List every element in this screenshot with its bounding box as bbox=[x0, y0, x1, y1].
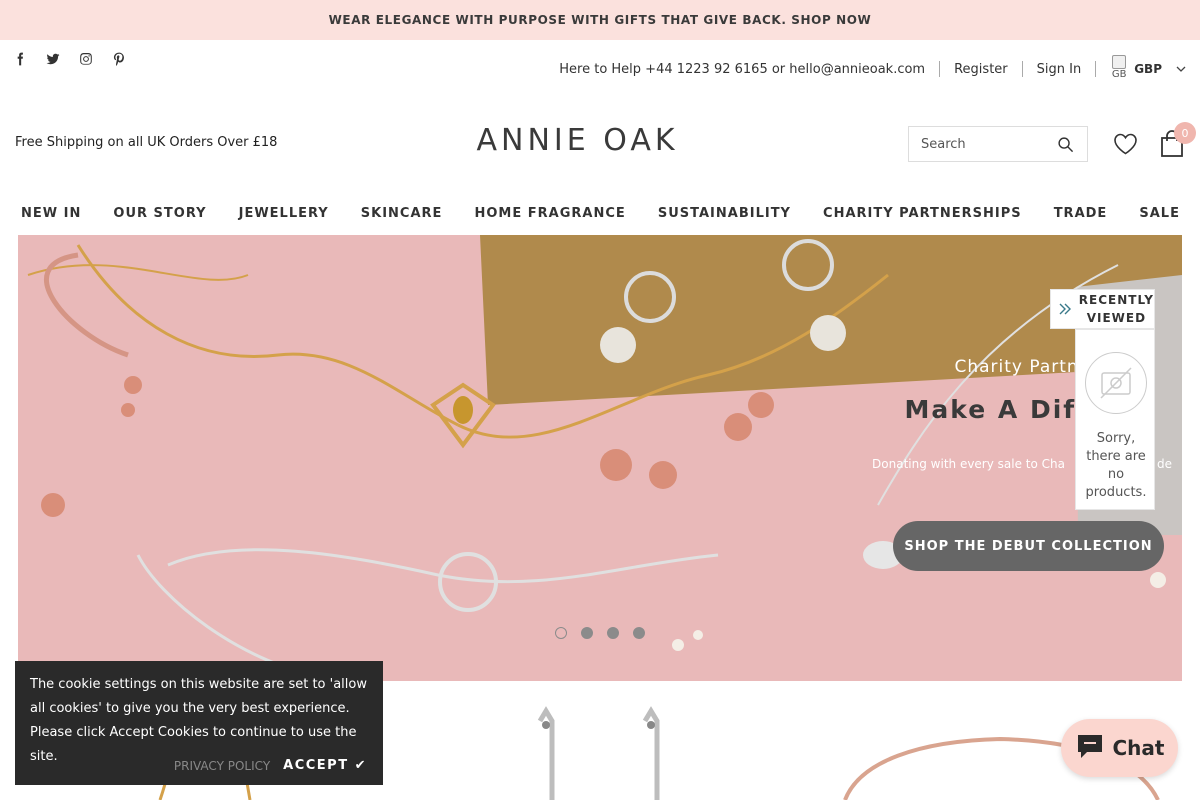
recently-viewed-label: RECENTLY VIEWED bbox=[1078, 293, 1154, 325]
slide-dot-2[interactable] bbox=[581, 627, 593, 639]
signin-link[interactable]: Sign In bbox=[1037, 62, 1082, 77]
register-link[interactable]: Register bbox=[954, 62, 1008, 77]
cookie-banner: The cookie settings on this website are … bbox=[15, 661, 383, 785]
search-icon[interactable] bbox=[1055, 134, 1075, 154]
nav-item-jewellery[interactable]: JEWELLERY bbox=[239, 200, 329, 228]
chevron-down-icon bbox=[1176, 64, 1186, 75]
facebook-icon[interactable] bbox=[12, 50, 28, 68]
recently-viewed-toggle[interactable]: RECENTLY VIEWED bbox=[1050, 289, 1155, 329]
wishlist-heart-icon[interactable] bbox=[1113, 132, 1138, 156]
slide-dot-3[interactable] bbox=[607, 627, 619, 639]
currency-code: GBP bbox=[1134, 62, 1162, 76]
pinterest-icon[interactable] bbox=[111, 50, 127, 68]
flag-alt-text: GB bbox=[1111, 69, 1127, 80]
chat-button[interactable]: Chat bbox=[1061, 719, 1178, 777]
cookie-actions: PRIVACY POLICY ACCEPT ✔ bbox=[174, 758, 367, 773]
help-contact[interactable]: Here to Help +44 1223 92 6165 or hello@a… bbox=[559, 62, 925, 77]
instagram-icon[interactable] bbox=[78, 50, 94, 68]
no-image-icon bbox=[1085, 352, 1147, 414]
slide-dot-4[interactable] bbox=[633, 627, 645, 639]
flag-icon: GB bbox=[1110, 55, 1128, 83]
nav-item-trade[interactable]: TRADE bbox=[1054, 200, 1108, 228]
chat-bubble-icon bbox=[1075, 732, 1105, 764]
nav-item-sustainability[interactable]: SUSTAINABILITY bbox=[658, 200, 791, 228]
hero-slideshow: Charity Partners Make A Diffe Donating w… bbox=[18, 235, 1182, 681]
nav-item-sale[interactable]: SALE bbox=[1139, 200, 1180, 228]
search-input[interactable] bbox=[909, 136, 1049, 152]
announcement-bar[interactable]: WEAR ELEGANCE WITH PURPOSE WITH GIFTS TH… bbox=[0, 0, 1200, 40]
accept-cookies-button[interactable]: ACCEPT ✔ bbox=[283, 758, 367, 773]
cart-count-badge: 0 bbox=[1174, 122, 1196, 144]
broken-image-icon bbox=[1112, 55, 1127, 69]
divider bbox=[1021, 61, 1023, 77]
cookie-message: The cookie settings on this website are … bbox=[30, 677, 367, 764]
slide-pagination bbox=[555, 627, 645, 639]
privacy-policy-link[interactable]: PRIVACY POLICY bbox=[174, 759, 270, 773]
divider bbox=[939, 61, 941, 77]
nav-item-charity-partnerships[interactable]: CHARITY PARTNERSHIPS bbox=[823, 200, 1022, 228]
nav-item-home-fragrance[interactable]: HOME FRAGRANCE bbox=[475, 200, 626, 228]
nav-item-our-story[interactable]: OUR STORY bbox=[113, 200, 206, 228]
divider bbox=[1095, 61, 1097, 77]
slide-dot-1[interactable] bbox=[555, 627, 567, 639]
main-navigation: NEW IN OUR STORY JEWELLERY SKINCARE HOME… bbox=[0, 200, 1200, 228]
currency-selector[interactable]: GB GBP bbox=[1110, 55, 1186, 83]
hero-description-tail: de bbox=[1157, 457, 1172, 471]
double-chevron-right-icon bbox=[1051, 302, 1079, 316]
nav-item-new-in[interactable]: NEW IN bbox=[21, 200, 81, 228]
search-box bbox=[908, 126, 1088, 162]
top-utility-bar: Here to Help +44 1223 92 6165 or hello@a… bbox=[559, 55, 1186, 83]
recently-viewed-panel: Sorry, there are no products. bbox=[1075, 329, 1155, 510]
twitter-icon[interactable] bbox=[45, 50, 61, 68]
social-links bbox=[12, 50, 127, 68]
hero-description-text: Donating with every sale to Cha bbox=[872, 457, 1065, 471]
nav-item-skincare[interactable]: SKINCARE bbox=[361, 200, 443, 228]
shop-debut-collection-button[interactable]: SHOP THE DEBUT COLLECTION bbox=[893, 521, 1164, 571]
recently-viewed-empty-message: Sorry, there are no products. bbox=[1085, 431, 1147, 500]
chat-label: Chat bbox=[1112, 736, 1165, 760]
